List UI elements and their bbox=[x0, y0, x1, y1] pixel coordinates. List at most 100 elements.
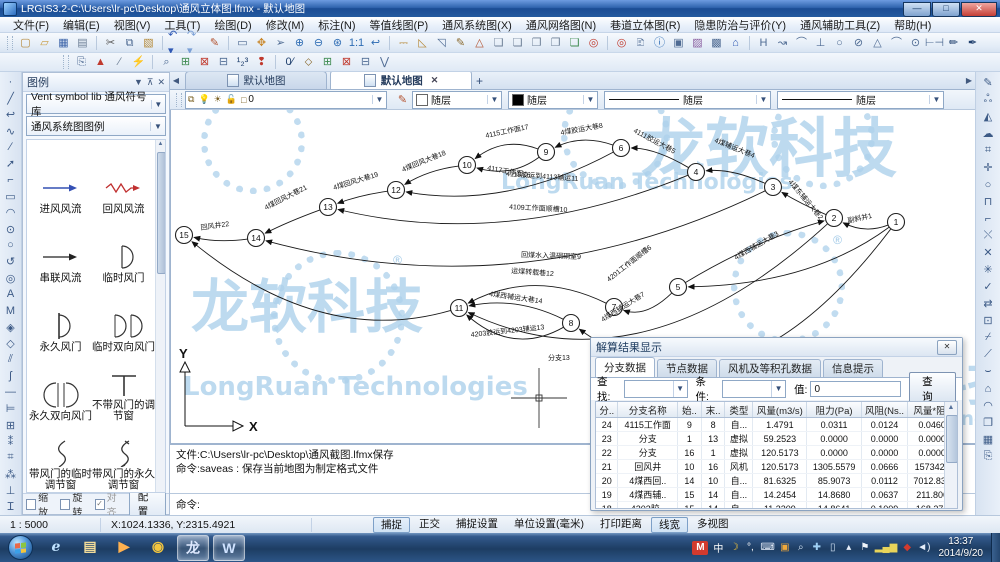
numbering-icon[interactable]: ¹₂³ bbox=[234, 54, 251, 70]
draw-point-icon[interactable]: · bbox=[2, 74, 20, 90]
node-edit3-icon[interactable]: ⁑ bbox=[2, 433, 20, 449]
status-toggle-1[interactable]: 正交 bbox=[412, 517, 447, 531]
zoom-select-icon[interactable]: ⌕ bbox=[158, 54, 175, 70]
status-toggle-6[interactable]: 多视图 bbox=[690, 517, 736, 531]
diamond-icon[interactable]: ◇ bbox=[2, 335, 20, 351]
branch-edge-5-2[interactable] bbox=[685, 221, 824, 283]
zoom-extent-icon[interactable]: ⊛ bbox=[329, 35, 346, 51]
box-r-icon[interactable]: ⊟ bbox=[357, 54, 374, 70]
pointer-icon[interactable]: ➢ bbox=[272, 35, 289, 51]
value-input[interactable]: 0 bbox=[810, 381, 901, 397]
table-header[interactable]: 分.. bbox=[596, 402, 618, 418]
copy-icon[interactable]: ⧉ bbox=[121, 35, 138, 51]
branch-edge-9-10[interactable] bbox=[475, 144, 538, 158]
node-edit7-icon[interactable]: Ɪ bbox=[2, 499, 20, 515]
draw-ellipse-icon[interactable]: ○ bbox=[2, 237, 20, 253]
table-header[interactable]: 风量(m3/s) bbox=[753, 402, 807, 418]
dialog-tab-3[interactable]: 信息提示 bbox=[823, 359, 883, 377]
legend-scrollbar[interactable]: ▲ bbox=[155, 140, 165, 492]
sheet4-icon[interactable]: ❐ bbox=[547, 35, 564, 51]
circle2-icon[interactable]: ○ bbox=[979, 176, 997, 193]
branch-edge-4-6[interactable] bbox=[632, 148, 689, 168]
node-edit5-icon[interactable]: ⁂ bbox=[2, 466, 20, 482]
menu-item-12[interactable]: 通风辅助工具(Z) bbox=[793, 16, 887, 34]
ime-punct-icon[interactable]: °, bbox=[744, 541, 756, 555]
show-desktop-button[interactable] bbox=[991, 533, 1000, 562]
line-width-combo[interactable]: 随层▼ bbox=[777, 91, 944, 109]
poly2-icon[interactable]: ◠ bbox=[979, 397, 997, 414]
node-edit6-icon[interactable]: ⊥ bbox=[2, 482, 20, 498]
taskbar-clock[interactable]: 13:37 2014/9/20 bbox=[939, 536, 984, 560]
menu-item-5[interactable]: 修改(M) bbox=[259, 16, 312, 34]
menu-item-1[interactable]: 编辑(E) bbox=[56, 16, 107, 34]
hatch-lines-icon[interactable]: ⫽ bbox=[2, 352, 20, 368]
h-node-icon[interactable]: H bbox=[755, 35, 772, 51]
break-icon[interactable]: ⤬ bbox=[979, 227, 997, 244]
redo-icon[interactable]: ↷ ▾ bbox=[187, 35, 204, 51]
find-select[interactable]: ▼ bbox=[624, 380, 688, 398]
menu-item-2[interactable]: 视图(V) bbox=[107, 16, 158, 34]
network-icon[interactable]: ▂▄▆ bbox=[875, 541, 897, 555]
ime-moon-icon[interactable]: ☽ bbox=[728, 541, 740, 555]
start-button[interactable] bbox=[8, 535, 33, 560]
panel-close-icon[interactable]: ✕ bbox=[157, 77, 165, 88]
table-row[interactable]: 21回风井1016风机120.51731305.55790.0666157342… bbox=[596, 460, 957, 474]
table-row[interactable]: 23分支113虚拟59.25230.00000.00000.0000 bbox=[596, 432, 957, 446]
tray-expand-icon[interactable]: ▴ bbox=[843, 541, 855, 555]
table-header[interactable]: 阻力(Pa) bbox=[807, 402, 861, 418]
ime-toolbox-icon[interactable]: ▣ bbox=[779, 541, 791, 555]
menu-item-8[interactable]: 通风系统图(X) bbox=[435, 16, 519, 34]
scroll-thumb[interactable] bbox=[946, 415, 958, 463]
cloud-icon[interactable]: ☁ bbox=[979, 125, 997, 142]
zoom-back-icon[interactable]: ↩ bbox=[367, 35, 384, 51]
word-icon[interactable]: W bbox=[213, 535, 245, 561]
brush-icon[interactable]: ✎ bbox=[206, 35, 223, 51]
perp-icon[interactable]: ⊥ bbox=[812, 35, 829, 51]
status-toggle-3[interactable]: 单位设置(毫米) bbox=[507, 517, 591, 531]
rect-del-icon[interactable]: ⊠ bbox=[196, 54, 213, 70]
draw-hline-icon[interactable]: ⎓ bbox=[395, 35, 412, 51]
offset-icon[interactable]: ⊓ bbox=[979, 193, 997, 210]
legend-item[interactable]: 进风风流 bbox=[29, 146, 92, 215]
pin-icon[interactable]: ⊼ bbox=[147, 77, 154, 88]
tab-scroll-right-icon[interactable]: ▶ bbox=[963, 76, 975, 85]
zoom-out-icon[interactable]: ⊖ bbox=[310, 35, 327, 51]
tag-icon[interactable]: ⬦ bbox=[300, 54, 317, 70]
pen1-icon[interactable]: ✏ bbox=[945, 35, 962, 51]
sheet-edit-icon[interactable]: ❏ bbox=[566, 35, 583, 51]
draw-line2-icon[interactable]: ∕ bbox=[111, 54, 128, 70]
new-tab-button[interactable]: + bbox=[476, 74, 483, 88]
print-icon[interactable]: ▤ bbox=[74, 35, 91, 51]
table-row[interactable]: 22分支161虚拟120.51730.00000.00000.0000 bbox=[596, 446, 957, 460]
tab-close-icon[interactable]: ✕ bbox=[431, 75, 439, 86]
legend-item[interactable]: 带风门的永久 调节窗 bbox=[92, 422, 155, 491]
draw-rect-icon[interactable]: ▭ bbox=[2, 188, 20, 204]
legend-item[interactable]: 不带风门的调 节窗 bbox=[92, 353, 155, 422]
nocircle-icon[interactable]: ⊘ bbox=[850, 35, 867, 51]
text-m-icon[interactable]: M bbox=[2, 303, 20, 319]
zoom-in-icon[interactable]: ⊕ bbox=[291, 35, 308, 51]
table-header[interactable]: 风阻(Ns.. bbox=[861, 402, 908, 418]
join-icon[interactable]: ⌣ bbox=[979, 363, 997, 380]
scroll-thumb[interactable] bbox=[157, 152, 166, 274]
branch-edge-4-13[interactable] bbox=[338, 175, 688, 224]
trim2-icon[interactable]: ⟋ bbox=[979, 346, 997, 363]
close-button[interactable]: ✕ bbox=[961, 2, 997, 17]
branch-edge-2-11[interactable] bbox=[469, 224, 828, 340]
status-toggle-2[interactable]: 捕捉设置 bbox=[449, 517, 505, 531]
scroll-up-icon[interactable]: ▲ bbox=[945, 402, 957, 413]
legend-item[interactable]: 带风门的临时 调节窗 bbox=[29, 422, 92, 491]
volume-icon[interactable]: ◄) bbox=[917, 541, 930, 555]
security-icon[interactable]: ◆ bbox=[901, 541, 913, 555]
draw-arc-icon[interactable]: ◠ bbox=[2, 205, 20, 221]
tray-help-icon[interactable]: ✚ bbox=[811, 541, 823, 555]
table-header[interactable]: 末.. bbox=[701, 402, 725, 418]
draw-circledot-icon[interactable]: ⊙ bbox=[2, 221, 20, 237]
node-edit1-icon[interactable]: ⊨ bbox=[2, 401, 20, 417]
info-icon[interactable]: ⓘ bbox=[651, 35, 668, 51]
tri-icon[interactable]: △ bbox=[869, 35, 886, 51]
ime-cn-icon[interactable]: 中 bbox=[712, 541, 724, 555]
draw-cone-icon[interactable]: △ bbox=[471, 35, 488, 51]
ime-m-icon[interactable]: M bbox=[692, 541, 708, 555]
rotate-icon[interactable]: ↺ bbox=[2, 254, 20, 270]
